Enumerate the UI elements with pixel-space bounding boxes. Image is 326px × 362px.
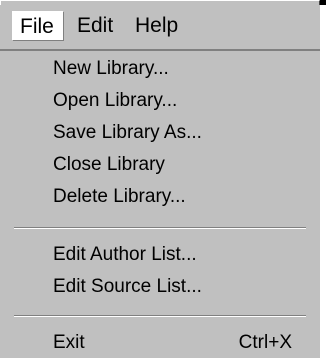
menu-item-edit-source-list[interactable]: Edit Source List... — [0, 271, 320, 303]
menu-item-label: Delete Library... — [53, 186, 186, 207]
menu-item-edit-author-list[interactable]: Edit Author List... — [0, 239, 320, 271]
menu-file[interactable]: File — [12, 11, 64, 41]
menu-item-label: Save Library As... — [53, 122, 202, 143]
menu-item-exit[interactable]: Exit Ctrl+X — [0, 327, 320, 359]
menu-item-close-library[interactable]: Close Library — [0, 149, 320, 181]
menu-item-label: Edit Source List... — [53, 276, 202, 297]
menu-item-save-library-as[interactable]: Save Library As... — [0, 117, 320, 149]
menu-edit-label: Edit — [77, 14, 114, 37]
shortcut-label: Ctrl+X — [238, 332, 292, 353]
menu-help[interactable]: Help — [128, 11, 186, 41]
menu-item-label: Exit — [53, 332, 85, 353]
menu-file-label: File — [20, 15, 54, 38]
menu-bar: File Edit Help — [0, 5, 320, 51]
menu-item-delete-library[interactable]: Delete Library... — [0, 181, 320, 213]
menu-item-open-library[interactable]: Open Library... — [0, 85, 320, 117]
menu-item-label: Edit Author List... — [53, 244, 197, 265]
menu-item-new-library[interactable]: New Library... — [0, 53, 320, 85]
menu-separator — [14, 227, 306, 229]
file-dropdown-menu: New Library... Open Library... Save Libr… — [0, 51, 320, 358]
menu-item-label: Open Library... — [53, 90, 178, 111]
menu-help-label: Help — [135, 14, 179, 37]
menu-item-label: New Library... — [53, 58, 169, 79]
menu-item-label: Close Library — [53, 154, 165, 175]
menu-edit[interactable]: Edit — [70, 11, 120, 41]
menu-separator — [14, 315, 306, 317]
